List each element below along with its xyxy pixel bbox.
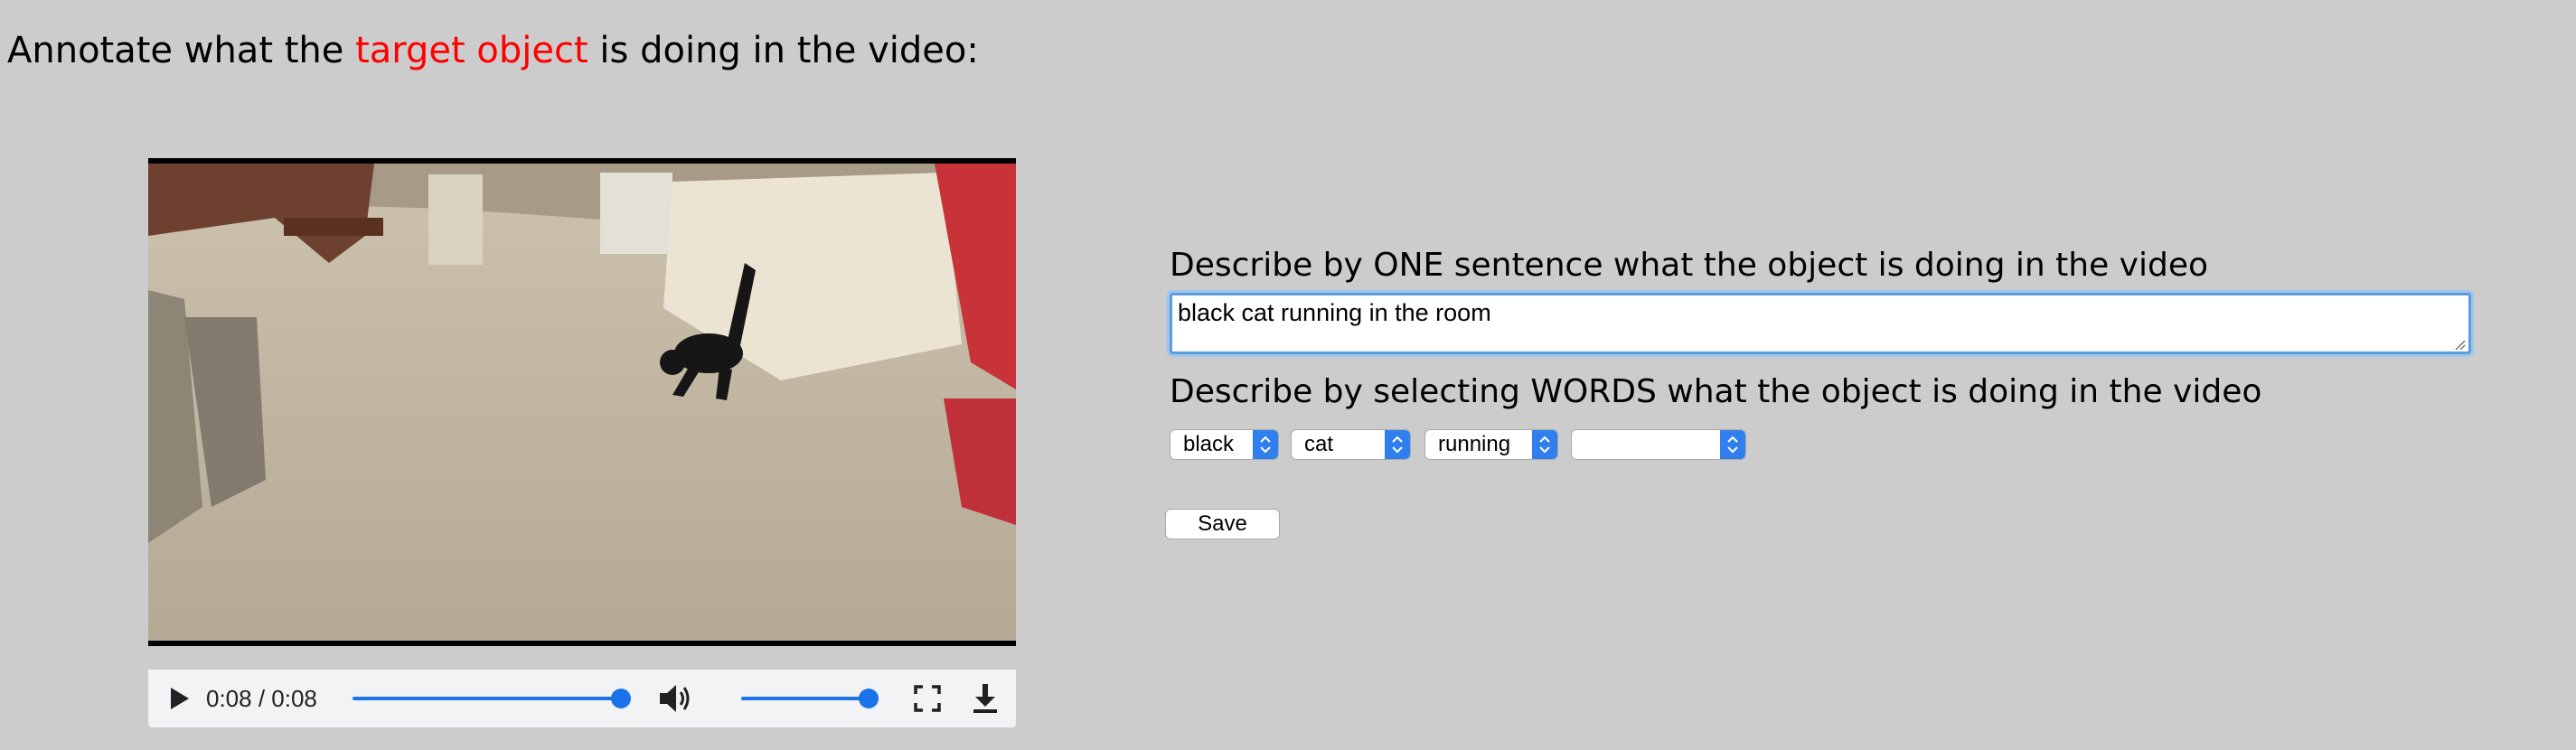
seek-bar[interactable] [353,697,621,700]
play-button[interactable] [165,684,193,713]
select-arrows-icon [1253,430,1278,459]
select-arrows-icon [1532,430,1557,459]
play-icon [171,688,189,709]
word-select-3-value: running [1438,432,1511,456]
word-select-1[interactable]: black [1170,429,1279,460]
save-button[interactable]: Save [1165,509,1280,539]
select-arrows-icon [1385,430,1410,459]
word-select-2-value: cat [1304,432,1334,456]
download-icon [973,684,997,713]
resize-grip-icon[interactable] [2453,338,2466,351]
video-player[interactable]: 0:08 / 0:08 [148,158,1016,727]
heading-highlight: target object [355,30,588,71]
download-button[interactable] [971,682,1000,715]
mute-button[interactable] [658,682,694,715]
video-frame-image [148,164,1016,641]
words-label: Describe by selecting WORDS what the obj… [1170,373,2262,410]
time-display: 0:08 / 0:08 [206,685,317,712]
sentence-input[interactable]: black cat running in the room [1167,290,2474,357]
volume-slider[interactable] [741,697,872,700]
word-select-2[interactable]: cat [1291,429,1411,460]
sentence-label: Describe by ONE sentence what the object… [1170,247,2208,284]
seek-handle[interactable] [611,689,631,708]
volume-handle[interactable] [859,689,879,708]
heading-prefix: Annotate what the [7,30,344,71]
word-select-1-value: black [1183,432,1235,456]
fullscreen-button[interactable] [913,684,942,713]
heading-suffix: is doing in the video: [599,30,979,71]
fullscreen-icon [914,685,941,712]
video-frame[interactable] [148,158,1016,646]
select-arrows-icon [1720,430,1745,459]
word-select-3[interactable]: running [1424,429,1558,460]
page-heading: Annotate what the target object is doing… [7,25,979,76]
word-select-4[interactable] [1571,429,1746,460]
video-controls: 0:08 / 0:08 [148,670,1016,727]
volume-icon [660,685,690,712]
